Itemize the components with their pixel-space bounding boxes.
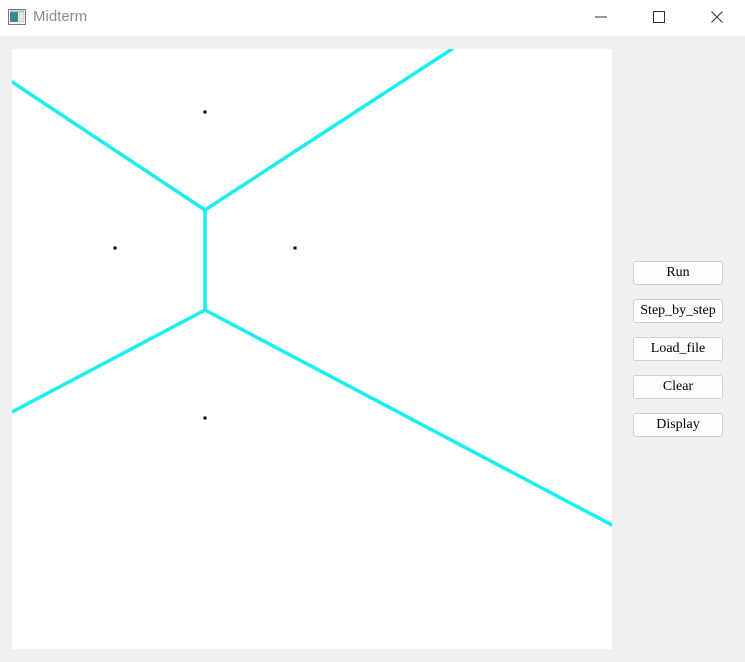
maximize-button[interactable] <box>636 0 682 34</box>
site-point-1 <box>113 246 117 250</box>
site-point-2 <box>293 246 297 250</box>
minimize-icon <box>595 16 607 18</box>
title-bar[interactable]: Midterm <box>0 0 745 36</box>
load-file-button[interactable]: Load_file <box>633 337 723 361</box>
voronoi-edge-4 <box>203 308 612 527</box>
app-window: Midterm Run Step_by_step Load_file Clear… <box>0 0 745 662</box>
voronoi-edge-3 <box>12 308 207 414</box>
voronoi-diagram <box>12 49 612 527</box>
display-button[interactable]: Display <box>633 413 723 437</box>
site-point-3 <box>203 416 207 420</box>
app-icon <box>8 9 26 25</box>
voronoi-edge-1 <box>203 49 454 212</box>
close-icon <box>711 11 723 23</box>
voronoi-edge-0 <box>12 80 207 212</box>
drawing-canvas[interactable] <box>12 49 612 649</box>
clear-button[interactable]: Clear <box>633 375 723 399</box>
site-point-0 <box>203 110 207 114</box>
close-button[interactable] <box>694 0 740 34</box>
run-button[interactable]: Run <box>633 261 723 285</box>
minimize-button[interactable] <box>578 0 624 34</box>
window-title: Midterm <box>33 8 88 25</box>
maximize-icon <box>653 11 665 23</box>
step-by-step-button[interactable]: Step_by_step <box>633 299 723 323</box>
